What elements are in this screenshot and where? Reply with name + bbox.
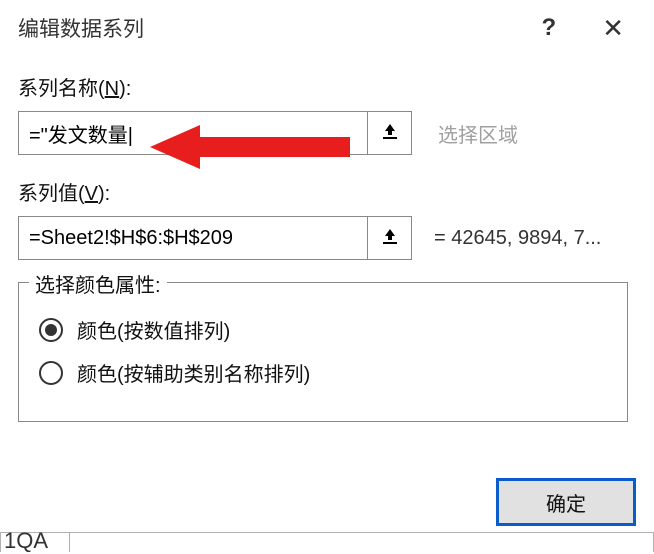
series-values-range-picker[interactable] xyxy=(368,216,412,260)
range-picker-icon xyxy=(380,226,400,251)
footer-bar: 1QA xyxy=(0,532,654,552)
help-icon[interactable]: ? xyxy=(542,14,557,42)
series-values-input[interactable] xyxy=(18,216,368,260)
range-picker-icon xyxy=(380,121,400,146)
series-name-label: 系列名称(N): xyxy=(18,72,636,101)
close-icon[interactable]: ✕ xyxy=(602,13,624,44)
titlebar: 编辑数据系列 ? ✕ xyxy=(0,0,654,52)
footer-partial-text: 1QA xyxy=(4,528,48,554)
dialog-title: 编辑数据系列 xyxy=(18,13,542,43)
series-name-range-picker[interactable] xyxy=(368,111,412,155)
color-groupbox: 选择颜色属性: 颜色(按数值排列) 颜色(按辅助类别名称排列) xyxy=(18,282,628,422)
radio-icon xyxy=(39,318,63,342)
series-name-row: 选择区域 xyxy=(18,111,636,155)
radio-icon xyxy=(39,361,63,385)
series-values-accel: V xyxy=(85,183,98,205)
series-name-label-pre: 系列名称( xyxy=(18,78,105,100)
ok-button[interactable]: 确定 xyxy=(496,478,636,526)
series-values-label: 系列值(V): xyxy=(18,177,636,206)
series-values-row: = 42645, 9894, 7... xyxy=(18,216,636,260)
radio-by-category[interactable]: 颜色(按辅助类别名称排列) xyxy=(39,358,607,387)
series-name-hint: 选择区域 xyxy=(438,119,518,148)
series-values-preview: = 42645, 9894, 7... xyxy=(434,227,601,250)
series-values-label-pre: 系列值( xyxy=(18,183,85,205)
color-groupbox-legend: 选择颜色属性: xyxy=(29,269,167,298)
radio-by-category-label: 颜色(按辅助类别名称排列) xyxy=(77,358,310,387)
series-name-label-post: ): xyxy=(119,78,131,100)
button-bar: 确定 xyxy=(496,478,636,526)
radio-by-value[interactable]: 颜色(按数值排列) xyxy=(39,315,607,344)
radio-by-value-label: 颜色(按数值排列) xyxy=(77,315,230,344)
series-name-input[interactable] xyxy=(18,111,368,155)
footer-cell xyxy=(70,532,654,552)
series-name-accel: N xyxy=(105,78,119,100)
series-values-label-post: ): xyxy=(98,183,110,205)
dialog-content: 系列名称(N): 选择区域 系列值(V): = 42645, 9894, 7..… xyxy=(0,52,654,422)
